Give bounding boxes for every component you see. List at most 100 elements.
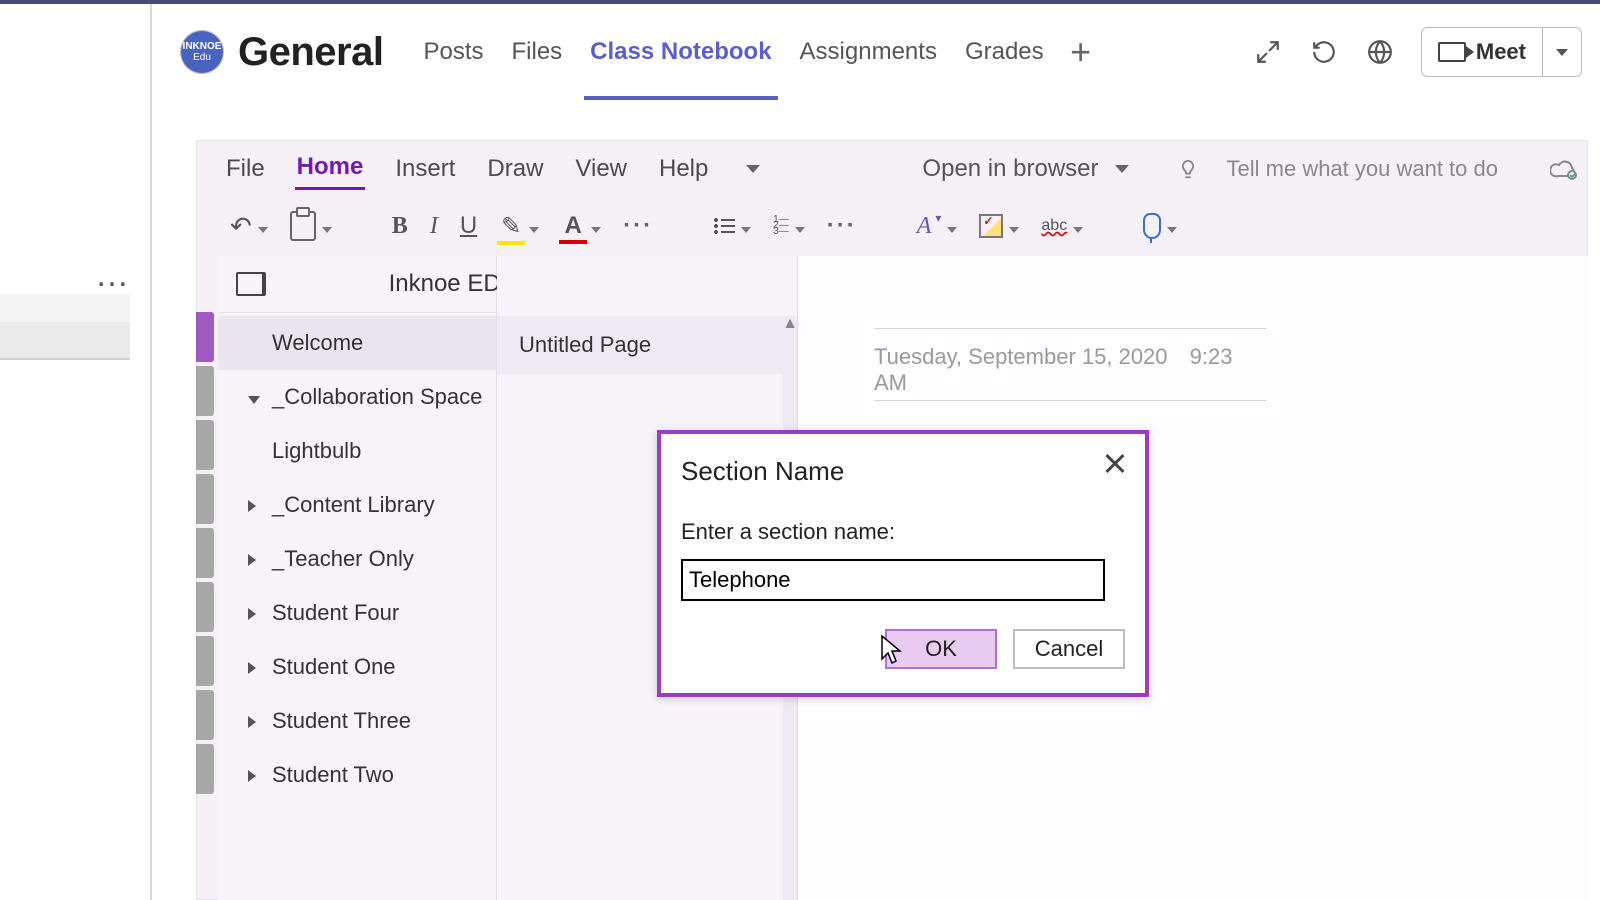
microphone-icon bbox=[1143, 213, 1161, 239]
page-untitled[interactable]: Untitled Page bbox=[497, 316, 797, 374]
section-student-one[interactable]: Student One bbox=[218, 640, 496, 694]
number-list-button[interactable]: 1—2—3— bbox=[767, 208, 811, 244]
rail-selected-team-tile[interactable] bbox=[0, 322, 130, 360]
styles-icon: A bbox=[917, 213, 932, 240]
refresh-icon[interactable] bbox=[1309, 37, 1339, 67]
team-avatar[interactable]: INKNOE Edu bbox=[180, 30, 224, 74]
cancel-button[interactable]: Cancel bbox=[1013, 629, 1125, 669]
page-date: Tuesday, September 15, 2020 bbox=[874, 344, 1168, 369]
section-name-input[interactable] bbox=[681, 559, 1105, 601]
section-student-four[interactable]: Student Four bbox=[218, 586, 496, 640]
dialog-title: Section Name bbox=[681, 456, 1125, 487]
meet-button-main[interactable]: Meet bbox=[1422, 39, 1542, 65]
team-avatar-line2: Edu bbox=[193, 52, 211, 63]
meet-button[interactable]: Meet bbox=[1421, 27, 1582, 77]
tab-grades[interactable]: Grades bbox=[951, 4, 1058, 100]
onenote-menubar: File Home Insert Draw View Help Open in … bbox=[196, 140, 1588, 198]
dialog-close-button[interactable] bbox=[1099, 448, 1131, 480]
section-color-tab[interactable] bbox=[196, 744, 214, 794]
paragraph-more-button[interactable]: ··· bbox=[821, 208, 863, 244]
chevron-down-icon bbox=[248, 384, 264, 410]
section-color-tab[interactable] bbox=[196, 636, 214, 686]
add-tab-button[interactable]: + bbox=[1058, 4, 1096, 100]
section-content-library[interactable]: _Content Library bbox=[218, 478, 496, 532]
section-label: Welcome bbox=[272, 330, 363, 356]
section-color-tab[interactable] bbox=[196, 582, 214, 632]
meet-button-label: Meet bbox=[1476, 39, 1526, 65]
rail-more-icon[interactable]: … bbox=[95, 256, 131, 295]
menu-home[interactable]: Home bbox=[295, 149, 366, 190]
section-student-three[interactable]: Student Three bbox=[218, 694, 496, 748]
highlight-button[interactable]: ✎ bbox=[493, 208, 545, 245]
section-student-two[interactable]: Student Two bbox=[218, 748, 496, 802]
nav-pane-icon[interactable] bbox=[236, 272, 266, 296]
section-label: _Content Library bbox=[272, 492, 435, 518]
section-label: Student One bbox=[272, 654, 396, 680]
section-color-tabs bbox=[196, 312, 218, 798]
font-color-icon: A bbox=[561, 212, 585, 240]
tags-button[interactable] bbox=[973, 208, 1025, 244]
chevron-right-icon bbox=[248, 654, 264, 680]
underline-button[interactable]: U bbox=[454, 208, 483, 244]
italic-button[interactable]: I bbox=[424, 209, 444, 244]
tab-class-notebook[interactable]: Class Notebook bbox=[576, 4, 785, 100]
open-in-browser[interactable]: Open in browser bbox=[922, 155, 1128, 183]
menu-help[interactable]: Help bbox=[657, 151, 710, 187]
open-in-browser-label: Open in browser bbox=[922, 155, 1098, 183]
menu-view[interactable]: View bbox=[573, 151, 629, 187]
number-list-icon: 1—2—3— bbox=[773, 217, 789, 235]
camera-icon bbox=[1438, 42, 1466, 62]
section-label: _Collaboration Space bbox=[272, 384, 482, 410]
onenote-ribbon: B I U ✎ A ··· 1—2—3— ··· A▾ abc bbox=[196, 198, 1588, 254]
bullet-list-icon bbox=[713, 217, 735, 235]
channel-header: INKNOE Edu General Posts Files Class Not… bbox=[152, 4, 1600, 100]
font-more-button[interactable]: ··· bbox=[617, 208, 659, 244]
menu-file[interactable]: File bbox=[224, 151, 267, 187]
chevron-down-icon bbox=[1109, 155, 1129, 183]
menu-insert[interactable]: Insert bbox=[393, 151, 457, 187]
ok-button[interactable]: OK bbox=[885, 629, 997, 669]
section-color-tab[interactable] bbox=[196, 528, 214, 578]
teams-rail: … bbox=[0, 4, 152, 900]
spellcheck-icon: abc bbox=[1041, 217, 1067, 235]
spellcheck-button[interactable]: abc bbox=[1035, 208, 1089, 244]
paste-button[interactable] bbox=[284, 207, 338, 245]
undo-icon bbox=[230, 211, 252, 242]
font-color-button[interactable]: A bbox=[555, 208, 607, 244]
section-name-dialog: Section Name Enter a section name: OK Ca… bbox=[657, 430, 1149, 697]
bold-button[interactable]: B bbox=[386, 209, 414, 244]
tell-me-search[interactable]: Tell me what you want to do bbox=[1227, 156, 1498, 182]
chevron-right-icon bbox=[248, 762, 264, 788]
section-color-tab[interactable] bbox=[196, 474, 214, 524]
section-label: _Teacher Only bbox=[272, 546, 414, 572]
globe-icon[interactable] bbox=[1365, 37, 1395, 67]
section-teacher-only[interactable]: _Teacher Only bbox=[218, 532, 496, 586]
meet-button-dropdown[interactable] bbox=[1542, 28, 1581, 76]
sync-status-icon[interactable] bbox=[1550, 158, 1578, 180]
section-welcome[interactable]: Welcome bbox=[218, 316, 496, 370]
bullet-list-button[interactable] bbox=[707, 208, 757, 244]
dialog-button-row: OK Cancel bbox=[681, 629, 1125, 669]
menu-draw[interactable]: Draw bbox=[485, 151, 545, 187]
tab-posts[interactable]: Posts bbox=[409, 4, 497, 100]
channel-name: General bbox=[238, 30, 383, 75]
scroll-up-icon[interactable]: ▲ bbox=[783, 316, 797, 332]
menu-more-dropdown[interactable] bbox=[738, 151, 762, 187]
channel-content-shell: INKNOE Edu General Posts Files Class Not… bbox=[152, 4, 1600, 900]
clipboard-icon bbox=[290, 211, 316, 241]
undo-button[interactable] bbox=[224, 207, 274, 246]
section-lightbulb[interactable]: Lightbulb bbox=[218, 424, 496, 478]
section-collaboration-space[interactable]: _Collaboration Space bbox=[218, 370, 496, 424]
section-list-panel: Inknoe EDU Notebook Welcome _Collaborati… bbox=[218, 256, 497, 900]
tab-assignments[interactable]: Assignments bbox=[786, 4, 951, 100]
tab-files[interactable]: Files bbox=[498, 4, 577, 100]
chevron-right-icon bbox=[248, 708, 264, 734]
styles-button[interactable]: A▾ bbox=[911, 208, 964, 244]
section-color-tab[interactable] bbox=[196, 312, 214, 362]
expand-icon[interactable] bbox=[1253, 37, 1283, 67]
section-color-tab[interactable] bbox=[196, 366, 214, 416]
chevron-right-icon bbox=[248, 492, 264, 518]
dictate-button[interactable] bbox=[1137, 208, 1183, 244]
section-color-tab[interactable] bbox=[196, 420, 214, 470]
section-color-tab[interactable] bbox=[196, 690, 214, 740]
